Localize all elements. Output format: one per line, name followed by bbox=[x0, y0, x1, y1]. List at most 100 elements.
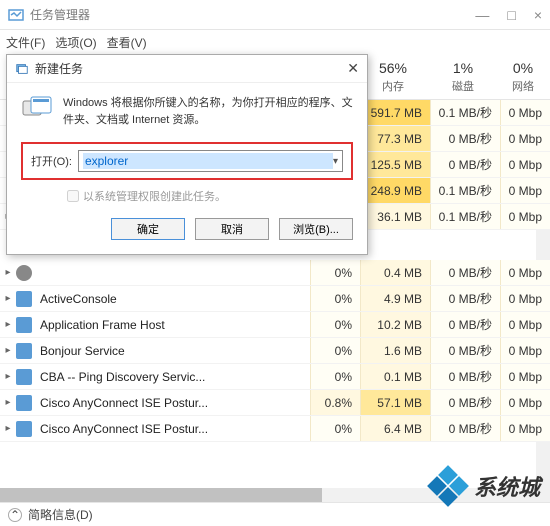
process-icon bbox=[16, 395, 32, 411]
cell: 0 Mbp bbox=[500, 364, 550, 389]
cell: 0 MB/秒 bbox=[430, 260, 500, 285]
browse-button[interactable]: 浏览(B)... bbox=[279, 218, 353, 240]
process-name: Cisco AnyConnect ISE Postur... bbox=[38, 422, 310, 436]
cell: 0% bbox=[310, 260, 360, 285]
cell: 0 Mbp bbox=[500, 178, 550, 203]
dialog-titlebar: 新建任务 ✕ bbox=[7, 55, 367, 83]
table-row[interactable]: ▸ Cisco AnyConnect ISE Postur...0.8%57.1 … bbox=[0, 390, 550, 416]
dialog-title: 新建任务 bbox=[35, 60, 347, 77]
menu-options[interactable]: 选项(O) bbox=[55, 34, 96, 51]
cell: 125.5 MB bbox=[360, 152, 430, 177]
app-icon bbox=[8, 7, 24, 23]
close-button[interactable]: × bbox=[534, 7, 542, 23]
open-input[interactable] bbox=[83, 153, 333, 169]
window-title: 任务管理器 bbox=[30, 6, 475, 23]
table-row[interactable]: ▸Cisco AnyConnect ISE Postur...0%6.4 MB0… bbox=[0, 416, 550, 442]
open-field-highlight: 打开(O): ▾ bbox=[21, 142, 353, 180]
run-dialog: 新建任务 ✕ Windows 将根据你所键入的名称，为你打开相应的程序、文件夹、… bbox=[6, 54, 368, 255]
table-row[interactable]: ▸ 0%0.4 MB0 MB/秒0 Mbp bbox=[0, 260, 550, 286]
title-bar: 任务管理器 — □ × bbox=[0, 0, 550, 30]
expander-icon[interactable]: ▸ bbox=[0, 397, 16, 408]
cell: 0 MB/秒 bbox=[430, 364, 500, 389]
cell: 0 MB/秒 bbox=[430, 286, 500, 311]
cell: 0 Mbp bbox=[500, 260, 550, 285]
minimize-button[interactable]: — bbox=[475, 7, 489, 23]
admin-checkbox-row: 以系统管理权限创建此任务。 bbox=[21, 188, 353, 204]
cell: 0.4 MB bbox=[360, 260, 430, 285]
menu-view[interactable]: 查看(V) bbox=[107, 34, 147, 51]
cell: 0 MB/秒 bbox=[430, 312, 500, 337]
cell: 0 MB/秒 bbox=[430, 390, 500, 415]
dialog-buttons: 确定 取消 浏览(B)... bbox=[21, 218, 353, 240]
process-icon bbox=[16, 369, 32, 385]
col-disk[interactable]: 1% 磁盘 bbox=[428, 54, 498, 99]
process-icon bbox=[16, 291, 32, 307]
cell: 0 Mbp bbox=[500, 312, 550, 337]
expand-icon[interactable]: ⌃ bbox=[8, 508, 22, 522]
dialog-icon bbox=[15, 62, 29, 76]
table-row[interactable]: ▸ CBA -- Ping Discovery Servic...0%0.1 MB… bbox=[0, 364, 550, 390]
cell: 1.6 MB bbox=[360, 338, 430, 363]
cell: 0 Mbp bbox=[500, 204, 550, 229]
cell: 0.1 MB/秒 bbox=[430, 178, 500, 203]
col-memory[interactable]: 56% 内存 bbox=[358, 54, 428, 99]
cell: 10.2 MB bbox=[360, 312, 430, 337]
process-icon bbox=[16, 265, 32, 281]
process-icon bbox=[16, 421, 32, 437]
cell: 0.1 MB/秒 bbox=[430, 100, 500, 125]
cell: 0% bbox=[310, 338, 360, 363]
run-icon bbox=[21, 95, 53, 123]
cell: 0 Mbp bbox=[500, 338, 550, 363]
process-name: Application Frame Host bbox=[38, 318, 310, 332]
cell: 0 Mbp bbox=[500, 390, 550, 415]
open-label: 打开(O): bbox=[31, 153, 72, 169]
cell: 0.8% bbox=[310, 390, 360, 415]
cancel-button[interactable]: 取消 bbox=[195, 218, 269, 240]
cell: 0 Mbp bbox=[500, 152, 550, 177]
dialog-body: Windows 将根据你所键入的名称，为你打开相应的程序、文件夹、文档或 Int… bbox=[7, 83, 367, 254]
expander-icon[interactable]: ▸ bbox=[0, 293, 16, 304]
admin-checkbox[interactable] bbox=[67, 190, 79, 202]
cell: 0 MB/秒 bbox=[430, 338, 500, 363]
expander-icon[interactable]: ▸ bbox=[0, 319, 16, 330]
cell: 0 MB/秒 bbox=[430, 126, 500, 151]
cell: 0% bbox=[310, 364, 360, 389]
process-icon bbox=[16, 317, 32, 333]
cell: 0% bbox=[310, 416, 360, 441]
cell: 0 Mbp bbox=[500, 416, 550, 441]
ok-button[interactable]: 确定 bbox=[111, 218, 185, 240]
table-row[interactable]: ▸ActiveConsole0%4.9 MB0 MB/秒0 Mbp bbox=[0, 286, 550, 312]
cell: 6.4 MB bbox=[360, 416, 430, 441]
cell: 0 MB/秒 bbox=[430, 152, 500, 177]
expander-icon[interactable]: ▸ bbox=[0, 423, 16, 434]
watermark-logo-icon bbox=[428, 466, 468, 506]
cell: 0 Mbp bbox=[500, 126, 550, 151]
expander-icon[interactable]: ▸ bbox=[0, 267, 16, 278]
process-name: Cisco AnyConnect ISE Postur... bbox=[38, 396, 310, 410]
cell: 0 Mbp bbox=[500, 286, 550, 311]
dialog-desc: Windows 将根据你所键入的名称，为你打开相应的程序、文件夹、文档或 Int… bbox=[63, 95, 353, 128]
cell: 0 Mbp bbox=[500, 100, 550, 125]
menu-file[interactable]: 文件(F) bbox=[6, 34, 45, 51]
process-name: CBA -- Ping Discovery Servic... bbox=[38, 370, 310, 384]
dialog-close-icon[interactable]: ✕ bbox=[347, 60, 359, 77]
table-row[interactable]: ▸ Application Frame Host0%10.2 MB0 MB/秒0 … bbox=[0, 312, 550, 338]
window-controls: — □ × bbox=[475, 7, 542, 23]
maximize-button[interactable]: □ bbox=[507, 7, 515, 23]
fewer-details[interactable]: 简略信息(D) bbox=[28, 506, 93, 523]
open-combobox[interactable]: ▾ bbox=[78, 150, 343, 172]
dropdown-icon[interactable]: ▾ bbox=[333, 156, 338, 167]
process-icon bbox=[16, 343, 32, 359]
cell: 0 MB/秒 bbox=[430, 416, 500, 441]
watermark: 系统城 bbox=[428, 466, 540, 506]
cell: 0% bbox=[310, 286, 360, 311]
cell: 0% bbox=[310, 312, 360, 337]
expander-icon[interactable]: ▸ bbox=[0, 371, 16, 382]
cell: 0.1 MB bbox=[360, 364, 430, 389]
cell: 248.9 MB bbox=[360, 178, 430, 203]
process-name: Bonjour Service bbox=[38, 344, 310, 358]
expander-icon[interactable]: ▸ bbox=[0, 345, 16, 356]
table-row[interactable]: ▸ Bonjour Service0%1.6 MB0 MB/秒0 Mbp bbox=[0, 338, 550, 364]
cell: 57.1 MB bbox=[360, 390, 430, 415]
col-network[interactable]: 0% 网络 bbox=[498, 54, 548, 99]
